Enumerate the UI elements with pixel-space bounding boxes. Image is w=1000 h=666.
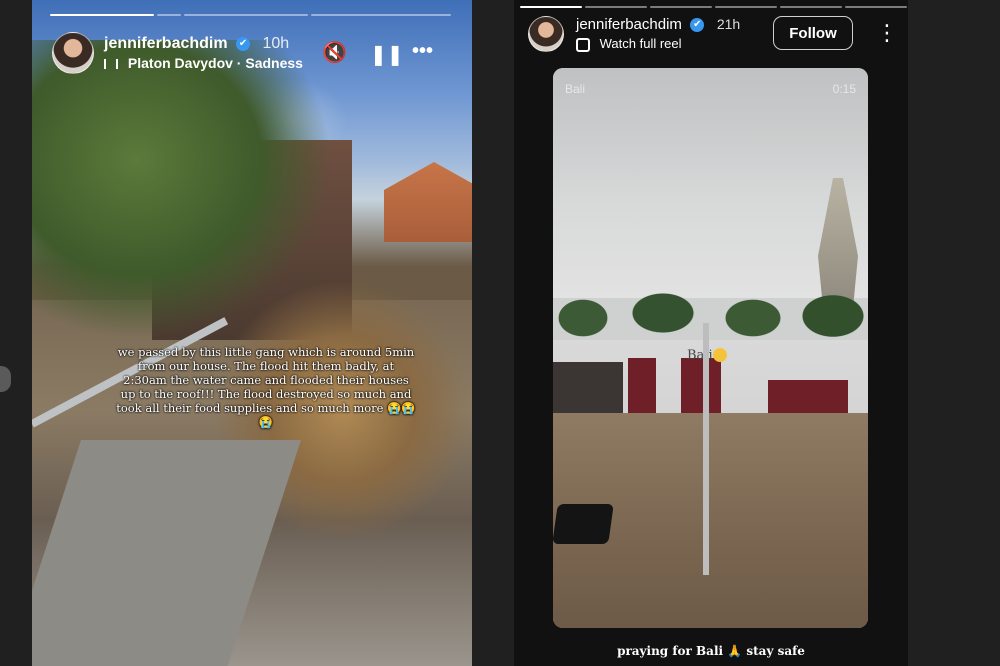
follow-button[interactable]: Follow bbox=[773, 16, 853, 50]
reel-watermark-left: Bali bbox=[565, 82, 586, 96]
verified-badge-icon: ✔ bbox=[236, 36, 251, 51]
post-time: 10h bbox=[262, 35, 290, 52]
verified-badge-icon: ✔ bbox=[690, 17, 705, 32]
reel-watermark-right: 0:15 bbox=[832, 82, 856, 96]
mute-icon[interactable]: 🔇 bbox=[322, 40, 347, 65]
more-options-icon[interactable]: ••• bbox=[412, 40, 433, 63]
progress-segment bbox=[650, 6, 712, 8]
reel-emoji-sticker bbox=[713, 348, 727, 362]
reel-icon bbox=[576, 37, 590, 52]
music-bars-icon bbox=[104, 59, 118, 70]
story-progress bbox=[520, 6, 907, 8]
progress-segment bbox=[50, 14, 154, 16]
story-caption: we passed by this little gang which is a… bbox=[116, 345, 416, 429]
avatar[interactable] bbox=[528, 16, 564, 52]
reel-preview[interactable]: Bali Bali 0:15 bbox=[553, 68, 868, 628]
post-time: 21h bbox=[716, 16, 741, 33]
username[interactable]: jenniferbachdim bbox=[576, 16, 682, 33]
progress-segment bbox=[157, 14, 181, 16]
song-title: Platon Davydov · Sadness bbox=[127, 55, 303, 71]
progress-segment bbox=[845, 6, 907, 8]
avatar[interactable] bbox=[52, 32, 94, 74]
music-attribution[interactable]: Platon Davydov · Sadness bbox=[104, 55, 303, 71]
story-right[interactable]: jenniferbachdim ✔ 21h Watch full reel Fo… bbox=[514, 0, 908, 666]
reel-lamp-pole bbox=[703, 323, 709, 575]
story-header: jenniferbachdim ✔ 21h Watch full reel bbox=[528, 16, 740, 52]
username[interactable]: jenniferbachdim bbox=[104, 35, 228, 52]
progress-segment bbox=[520, 6, 582, 8]
kebab-menu-icon[interactable]: ⋮ bbox=[876, 22, 898, 44]
progress-segment bbox=[585, 6, 647, 8]
previous-story-button[interactable] bbox=[0, 366, 11, 392]
story-left[interactable]: jenniferbachdim ✔ 10h Platon Davydov · S… bbox=[32, 0, 472, 666]
story-caption: praying for Bali 🙏 stay safe bbox=[617, 644, 805, 658]
story-header: jenniferbachdim ✔ 10h Platon Davydov · S… bbox=[52, 32, 303, 74]
watch-full-reel-label: Watch full reel bbox=[599, 36, 682, 52]
progress-segment bbox=[780, 6, 842, 8]
story-progress bbox=[50, 14, 451, 16]
pause-icon[interactable]: ❚❚ bbox=[370, 42, 404, 67]
watch-full-reel-link[interactable]: Watch full reel bbox=[576, 36, 740, 52]
photo-house bbox=[384, 162, 472, 242]
reel-submerged-car bbox=[553, 504, 614, 544]
progress-segment bbox=[715, 6, 777, 8]
reel-trees bbox=[553, 278, 868, 348]
progress-segment bbox=[311, 14, 451, 16]
progress-segment bbox=[184, 14, 308, 16]
